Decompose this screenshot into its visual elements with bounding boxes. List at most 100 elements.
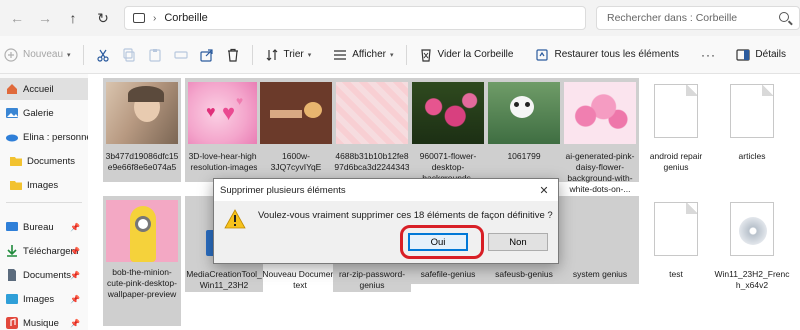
pin-icon: 📌 [70,318,80,328]
sidebar-item-music[interactable]: Musique 📌 [0,312,88,330]
close-icon[interactable]: ✕ [536,182,552,198]
copy-button[interactable] [116,42,142,68]
file-name: 4688b31b10b12fe897d6bca3d2244343 [334,151,410,172]
file-item[interactable]: 4688b31b10b12fe897d6bca3d2244343 [333,78,411,182]
minion-thumbnail [106,200,178,262]
sort-icon [266,48,277,61]
panda-thumbnail [488,82,560,144]
restore-icon [536,48,549,61]
pin-icon: 📌 [70,270,80,280]
forward-arrow-icon[interactable]: → [32,5,58,31]
file-item[interactable]: android repair genius [637,78,715,182]
file-name: 1600w-3JQ7cyvIYqE [270,151,322,172]
file-name: Win11_23H2_French_x64v2 [714,269,790,290]
sidebar-item-desktop[interactable]: Bureau 📌 [0,216,88,238]
document-icon [730,84,774,138]
file-name: ai-generated-pink-daisy-flower-backgroun… [565,151,635,194]
folder-icon [10,181,22,190]
dialog-title-bar: Supprimer plusieurs éléments ✕ [214,179,558,201]
search-input[interactable]: Rechercher dans : Corbeille [596,6,800,30]
back-arrow-icon[interactable]: ← [4,5,30,31]
new-button-label: Nouveau [23,49,64,60]
sidebar-item-documents-cloud[interactable]: Documents [0,150,88,172]
sidebar-item-label: Documents [27,155,76,167]
new-button[interactable]: Nouveau ▾ [0,42,77,68]
empty-recycle-bin-label: Vider la Corbeille [437,49,514,60]
sidebar-item-home[interactable]: Accueil [0,78,88,100]
home-icon [7,84,17,94]
search-icon [779,12,789,22]
sidebar-item-documents[interactable]: Documents 📌 [0,264,88,286]
documents-icon [8,269,16,281]
highlight-annotation [400,225,484,259]
toolbar-divider [82,44,84,65]
sort-button[interactable]: Trier ▾ [259,42,318,68]
up-arrow-icon[interactable]: ↑ [60,5,86,31]
sidebar-item-onedrive[interactable]: Elina : personne [0,126,88,148]
file-item[interactable]: ♥ ♥ ♥ 3D-love-hear-high-resolution-image… [185,78,263,182]
file-item[interactable]: Win11_23H2_French_x64v2 [713,196,791,292]
trash-icon [227,48,238,62]
file-item[interactable]: ai-generated-pink-daisy-flower-backgroun… [561,78,639,194]
sidebar-item-label: Elina : personne [23,131,88,143]
paste-button[interactable] [142,42,168,68]
share-icon [199,48,213,62]
rename-button[interactable] [168,42,194,68]
file-item[interactable]: 1600w-3JQ7cyvIYqE [257,78,335,182]
file-item[interactable]: test [637,196,715,284]
sidebar-item-images-cloud[interactable]: Images [0,174,88,196]
restore-all-button[interactable]: Restaurer tous les éléments [529,42,685,68]
sidebar-item-downloads[interactable]: Téléchargem 📌 [0,240,88,262]
file-item[interactable]: system genius [561,196,639,284]
navigation-pane: Accueil Galerie Elina : personne Documen… [0,74,88,330]
rename-icon [173,50,188,59]
share-button[interactable] [194,42,220,68]
chevron-down-icon: ▾ [67,51,71,59]
details-pane-icon [736,48,751,61]
toolbar-divider [405,44,407,65]
download-icon [7,245,17,257]
more-options-button[interactable]: ··· [695,42,722,68]
file-item[interactable]: bob-the-minion-cute-pink-desktop-wallpap… [103,196,181,326]
toolbar-divider [251,44,253,65]
no-button[interactable]: Non [488,233,548,251]
file-item[interactable]: 960071-flower-desktop-backgrounds-1920x1… [409,78,487,194]
view-button[interactable]: Afficher ▾ [327,42,399,68]
empty-recycle-bin-button[interactable]: Vider la Corbeille [413,42,520,68]
hearts-thumbnail: ♥ ♥ ♥ [188,82,260,144]
file-item[interactable]: 3b477d19086dfc15e9e66f8e6e074a5 [103,78,181,182]
warning-icon [224,209,246,229]
desktop-icon [6,222,18,231]
pink-pattern-thumbnail [336,82,408,144]
delete-button[interactable] [220,42,246,68]
cut-button[interactable] [90,42,116,68]
file-name: 3b477d19086dfc15e9e66f8e6e074a5 [105,151,179,172]
file-item[interactable]: articles [713,78,791,182]
sidebar-item-label: Galerie [23,107,54,119]
details-button[interactable]: Détails [730,42,792,68]
plus-circle-icon [4,47,18,62]
search-placeholder: Rechercher dans : Corbeille [607,12,738,24]
empty-bin-icon [420,48,431,62]
file-item[interactable]: 1061799 [485,78,563,182]
scissors-icon [96,49,109,62]
file-name: Nouveau Document text [262,269,338,290]
sort-button-label: Trier [283,49,304,60]
sidebar-item-gallery[interactable]: Galerie [0,102,88,124]
flower-thumbnail [412,82,484,144]
sidebar-item-images[interactable]: Images 📌 [0,288,88,310]
pin-icon: 📌 [70,222,80,232]
address-bar[interactable]: › Corbeille [124,6,586,30]
paste-icon [148,48,161,62]
chevron-down-icon: ▾ [389,51,394,59]
sidebar-item-label: Bureau [23,221,54,233]
details-button-label: Détails [755,49,786,60]
copy-icon [122,47,135,62]
chevron-down-icon: ▾ [307,51,312,59]
baby-photo-thumbnail [106,82,178,144]
file-name: 3D-love-hear-high-resolution-images [188,151,260,172]
document-icon [654,84,698,138]
file-name: MediaCreationTool_Win11_23H2 [186,269,262,290]
address-row: ← → ↑ ↻ › Corbeille Rechercher dans : Co… [0,0,800,36]
refresh-icon[interactable]: ↻ [90,5,116,31]
